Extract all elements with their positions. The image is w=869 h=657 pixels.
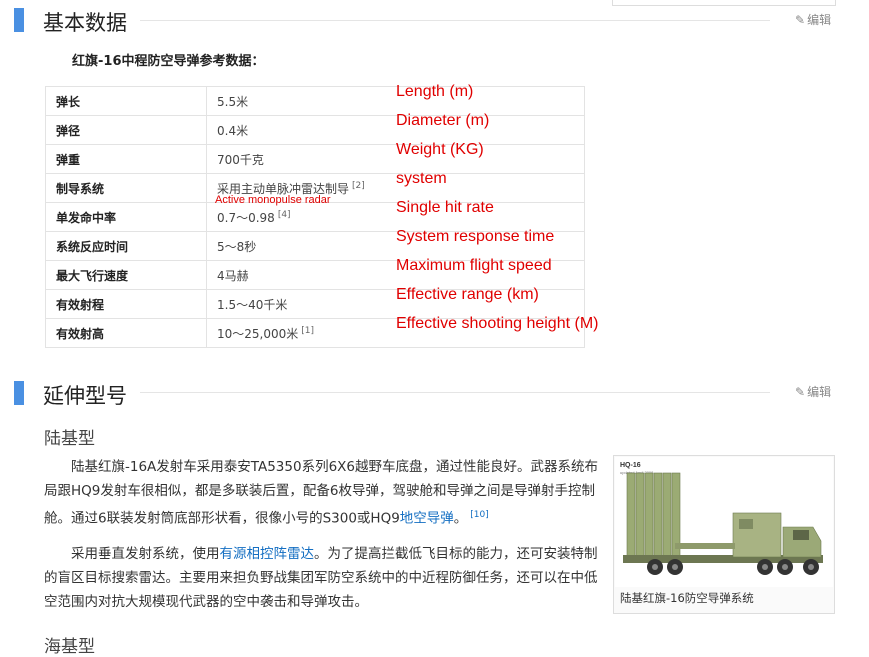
translation-annotation: Maximum flight speed	[396, 257, 552, 274]
section-title-variants: 延伸型号	[43, 384, 127, 408]
section-marker	[14, 8, 24, 32]
table-title: 红旗-16中程防空导弹参考数据：	[72, 54, 265, 69]
param-name: 有效射高	[45, 318, 207, 348]
translation-annotation: Weight (KG)	[396, 141, 484, 158]
launcher-image[interactable]: HQ-16 updated April 2008	[615, 457, 833, 587]
param-name: 弹径	[45, 115, 207, 145]
param-name: 弹重	[45, 144, 207, 174]
edit-link-basic-data[interactable]: ✎ 编辑	[795, 11, 831, 28]
figure-hq16[interactable]: HQ-16 updated April 2008 陆基红旗-16防空导弹系统	[613, 455, 835, 614]
paragraph-land-2: 采用垂直发射系统，使用有源相控阵雷达。为了提高拦截低飞目标的能力，还可安装特制的…	[44, 542, 604, 614]
param-name: 系统反应时间	[45, 231, 207, 261]
translation-annotation: System response time	[396, 228, 555, 245]
translation-annotation: system	[396, 170, 447, 187]
paragraph-text: 。	[453, 510, 468, 527]
reference-link[interactable]: [1]	[301, 326, 314, 336]
reference-10[interactable]: [10]	[470, 510, 488, 520]
param-value: 0.7～0.98	[217, 210, 275, 225]
paragraph-land-1: 陆基红旗-16A发射车采用泰安TA5350系列6X6越野车底盘，通过性能良好。武…	[44, 455, 604, 531]
paragraph-text: 陆基红旗-16A发射车采用泰安TA5350系列6X6越野车底盘，通过性能良好。武…	[44, 459, 598, 527]
translation-annotation: Effective shooting height (M)	[396, 315, 599, 332]
pencil-icon: ✎	[795, 13, 806, 27]
section-divider	[140, 20, 770, 21]
parameter-table: 弹长 5.5米 弹径 0.4米 弹重 700千克 制导系统 采用主动单脉冲雷达制导 [2] 单发命…	[45, 86, 585, 348]
table-row: 弹长 5.5米	[45, 86, 585, 116]
param-name: 弹长	[45, 86, 207, 116]
translation-annotation: Effective range (km)	[396, 286, 539, 303]
subsection-title-sea: 海基型	[44, 637, 95, 657]
sidebar-box-edge	[612, 0, 836, 6]
figure-caption: 陆基红旗-16防空导弹系统	[620, 591, 754, 605]
reference-link[interactable]: [4]	[278, 210, 291, 220]
subsection-title-land: 陆基型	[44, 429, 95, 449]
param-value: 0.4米	[217, 123, 249, 138]
link-active-phased-array-radar[interactable]: 有源相控阵雷达	[220, 546, 315, 562]
edit-link-variants[interactable]: ✎ 编辑	[795, 383, 831, 400]
translation-annotation: Diameter (m)	[396, 112, 490, 129]
edit-label: 编辑	[807, 385, 832, 399]
table-row: 弹重 700千克	[45, 144, 585, 174]
param-name: 最大飞行速度	[45, 260, 207, 290]
section-title-basic-data: 基本数据	[43, 11, 127, 35]
reference-link[interactable]: [2]	[352, 181, 365, 191]
section-marker	[14, 381, 24, 405]
pencil-icon: ✎	[795, 385, 806, 399]
section-divider	[140, 392, 770, 393]
table-row: 弹径 0.4米	[45, 115, 585, 145]
link-surface-to-air-missile[interactable]: 地空导弹	[400, 511, 454, 527]
translation-annotation: Length (m)	[396, 83, 474, 100]
edit-label: 编辑	[807, 13, 832, 27]
param-value: 1.5～40千米	[217, 297, 288, 312]
guidance-annotation: Active monopulse radar	[215, 194, 331, 206]
param-value: 700千克	[217, 152, 264, 167]
param-name: 制导系统	[45, 173, 207, 203]
param-value: 4马赫	[217, 268, 249, 283]
param-value: 5～8秒	[217, 239, 257, 254]
param-value: 10～25,000米	[217, 326, 299, 341]
image-label: HQ-16	[620, 462, 641, 469]
param-name: 有效射程	[45, 289, 207, 319]
paragraph-text: 采用垂直发射系统，使用	[71, 546, 220, 562]
param-name: 单发命中率	[45, 202, 207, 232]
translation-annotation: Single hit rate	[396, 199, 494, 216]
param-value: 5.5米	[217, 94, 249, 109]
